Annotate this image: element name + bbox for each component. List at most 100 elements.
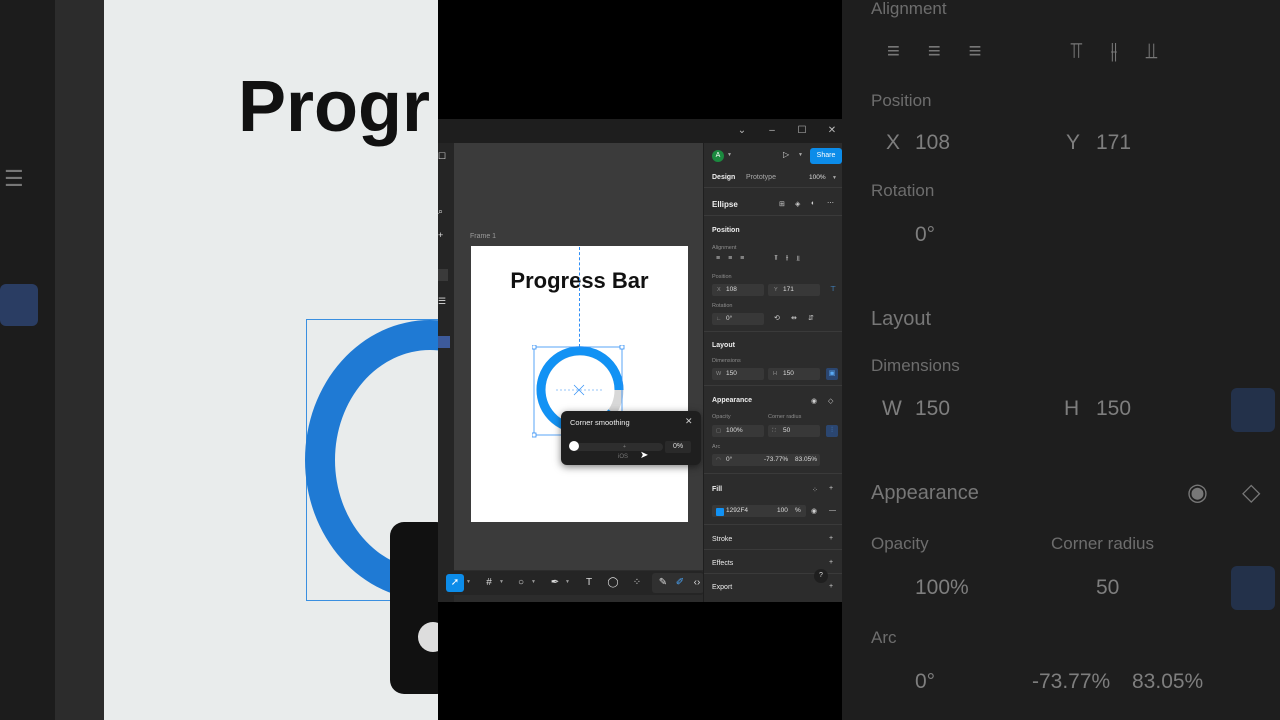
appearance-section-title: Appearance (712, 397, 753, 404)
minimize-button[interactable]: – (763, 123, 781, 139)
comment-tool-button[interactable]: ◯ (604, 574, 622, 592)
bg-constraint-icon (1231, 388, 1275, 432)
drop-icon[interactable]: ◇ (828, 397, 833, 405)
remove-fill-icon[interactable]: — (829, 507, 836, 514)
chevron-down-icon[interactable]: ⌄ (733, 123, 751, 139)
mask-icon[interactable]: ◐ (811, 200, 815, 207)
bg-align-icons: ≡≡≡ (887, 38, 1010, 63)
bg-x-label: X (886, 131, 901, 154)
w-label: W (716, 371, 722, 377)
smoothing-slider[interactable] (571, 443, 663, 451)
pen-tool-button[interactable]: ✒ (546, 574, 564, 592)
bg-arc-ratio: 83.05% (1132, 670, 1204, 693)
divider (704, 549, 842, 550)
tab-design[interactable]: Design (712, 174, 735, 181)
smoothing-value-input[interactable]: 0% (665, 441, 691, 453)
maximize-button[interactable]: ☐ (793, 123, 811, 139)
rotation-value: 0° (726, 315, 733, 322)
corner-radius-icon: ⛶ (772, 428, 776, 434)
search-icon[interactable]: ⌕ (438, 206, 448, 216)
flip-vertical-icon[interactable]: ⇵ (808, 314, 814, 322)
tab-prototype[interactable]: Prototype (746, 174, 776, 181)
close-icon[interactable]: ✕ (685, 416, 693, 427)
clip-content-icon[interactable]: ▣ (826, 368, 838, 380)
draw-mode-button[interactable]: ✎ (654, 574, 672, 592)
add-export-icon[interactable]: + (829, 583, 833, 590)
bg-alignment-label: Alignment (871, 0, 947, 18)
share-button[interactable]: Share (810, 148, 842, 164)
chevron-down-icon[interactable]: ▼ (531, 579, 536, 585)
arc-sweep-value: -73.77% (764, 456, 789, 463)
design-mode-button[interactable]: ✐ (671, 574, 689, 592)
more-options-icon[interactable]: ⋯ (827, 199, 834, 207)
constraints-icon[interactable]: ⊤ (830, 285, 836, 293)
frame-icon[interactable]: ☐ (438, 151, 448, 161)
avatar[interactable]: A (712, 150, 724, 162)
rotate-90-icon[interactable]: ⟲ (774, 314, 780, 322)
align-horizontal-icons[interactable]: ≡≡≡ (716, 255, 752, 262)
layers-icon[interactable]: ☰ (438, 296, 448, 306)
bg-corner-radius-value: 50 (1096, 576, 1120, 599)
align-vertical-icons[interactable]: ⫪⫲⫫ (774, 255, 808, 263)
effects-section-title: Effects (712, 560, 734, 567)
background-right-blur: Alignment ≡≡≡ ⫪⫲⫫ Position X 108 Y 171 R… (842, 0, 1280, 720)
sidebar-item[interactable] (438, 269, 448, 281)
chevron-down-icon[interactable]: ▼ (727, 152, 732, 158)
background-left-blur: ☰ Progr (0, 0, 438, 720)
add-icon[interactable]: + (438, 230, 448, 240)
bg-corner-radius-label: Corner radius (1051, 534, 1154, 553)
text-tool-button[interactable]: T (580, 574, 598, 592)
bottom-toolbar: ➚ ▼ # ▼ ○ ▼ ✒ ▼ T ◯ ⁘ ✎ ✐ ‹› (442, 571, 704, 595)
close-window-button[interactable]: ✕ (823, 123, 841, 139)
chevron-down-icon[interactable]: ▼ (499, 579, 504, 585)
bg-opacity-label: Opacity (871, 534, 929, 553)
h-label: H (773, 371, 777, 377)
corner-radius-label: Corner radius (768, 414, 802, 420)
bg-position-label: Position (871, 91, 932, 110)
styles-icon[interactable]: ⁘ (812, 486, 818, 494)
divider (704, 473, 842, 474)
bg-arc-label: Arc (871, 628, 897, 647)
fill-hex-value: 1292F4 (726, 507, 749, 514)
opacity-value: 100% (726, 427, 743, 434)
left-toolbar: ☐ ⌕ + ☰ (438, 143, 454, 602)
chevron-down-icon[interactable]: ▼ (798, 152, 803, 158)
zoom-level[interactable]: 100% (809, 174, 826, 181)
move-tool-button[interactable]: ➚ (446, 574, 464, 592)
actions-tool-button[interactable]: ⁘ (628, 574, 646, 592)
flip-horizontal-icon[interactable]: ⇹ (791, 314, 797, 322)
opacity-icon: ▢ (716, 428, 722, 434)
handle-bl (532, 432, 537, 438)
help-button[interactable]: ? (814, 569, 828, 583)
chevron-down-icon[interactable]: ▼ (466, 579, 471, 585)
play-icon[interactable]: ▷ (783, 150, 789, 159)
fill-visibility-icon[interactable]: ◉ (811, 507, 817, 515)
independent-corners-icon[interactable]: ⫶ (826, 425, 838, 437)
x-label: X (717, 287, 721, 293)
opacity-label: Opacity (712, 414, 731, 420)
frame-label[interactable]: Frame 1 (470, 233, 496, 240)
bg-w-label: W (882, 397, 902, 420)
eye-icon[interactable]: ◉ (811, 397, 817, 405)
add-stroke-icon[interactable]: + (829, 535, 833, 542)
chevron-down-icon[interactable]: ▼ (832, 175, 837, 181)
frame-tool-button[interactable]: # (480, 574, 498, 592)
rotation-label: Rotation (712, 303, 733, 309)
layer-name: Ellipse (712, 200, 738, 209)
slider-knob[interactable] (569, 441, 579, 451)
selected-layer-indicator[interactable] (438, 336, 450, 348)
variant-icon[interactable]: ◈ (795, 200, 800, 208)
component-icon[interactable]: ⊞ (779, 200, 785, 208)
chevron-down-icon[interactable]: ▼ (565, 579, 570, 585)
add-effect-icon[interactable]: + (829, 559, 833, 566)
ellipse-tool-button[interactable]: ○ (512, 574, 530, 592)
fill-color-swatch[interactable] (716, 508, 724, 516)
mouse-cursor-icon: ➤ (640, 450, 649, 461)
bg-eye-icon: ◉ (1187, 479, 1208, 506)
h-value: 150 (783, 370, 794, 377)
window-titlebar: ⌄ – ☐ ✕ (438, 119, 842, 143)
properties-panel: A ▼ ▷ ▼ Share Design Prototype 100% ▼ El… (703, 143, 842, 602)
bg-drop-icon: ◇ (1242, 479, 1261, 506)
bg-appearance-label: Appearance (871, 482, 979, 504)
add-fill-icon[interactable]: + (829, 485, 833, 492)
